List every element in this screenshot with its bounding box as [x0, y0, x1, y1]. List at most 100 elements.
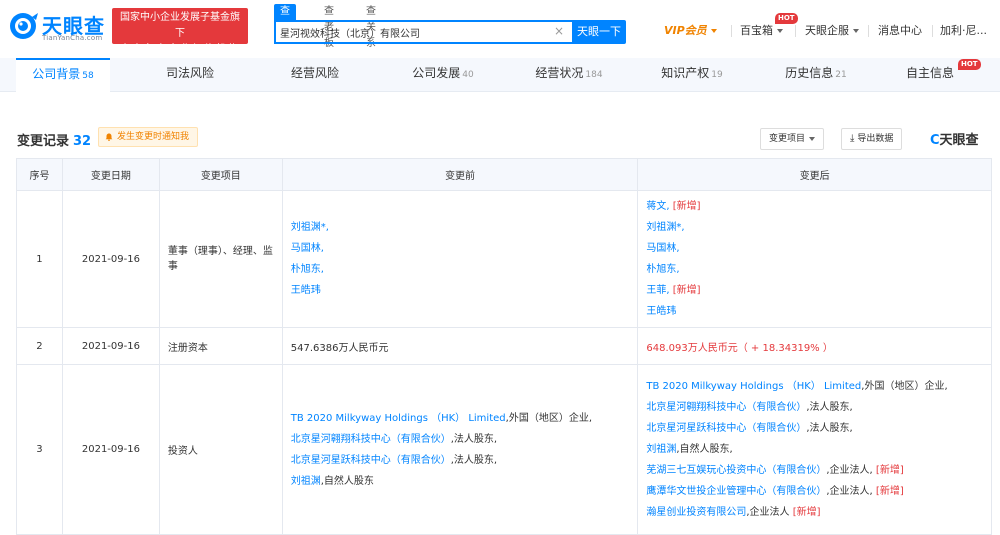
- tab-operation-risk[interactable]: 经营风险: [265, 58, 365, 92]
- header-date: 变更日期: [62, 159, 160, 190]
- list-item: 北京星河翱翔科技中心（有限合伙）,法人股东,: [646, 397, 947, 418]
- tab-company-background[interactable]: 公司背景 58: [16, 58, 110, 92]
- vip-menu[interactable]: VIP会员: [664, 22, 717, 40]
- row-item: 董事（理事）、经理、监事: [160, 191, 283, 327]
- treasure-box-menu[interactable]: 百宝箱: [740, 22, 783, 40]
- list-item: TB 2020 Milkyway Holdings （HK） Limited,外…: [646, 376, 947, 397]
- chevron-down-icon: [777, 29, 783, 33]
- tab-count: 21: [835, 70, 847, 80]
- investor-link[interactable]: TB 2020 Milkyway Holdings （HK） Limited: [646, 381, 861, 392]
- chevron-down-icon: [809, 136, 816, 141]
- person-link[interactable]: 朴旭东,: [646, 259, 700, 280]
- header-after: 变更后: [638, 159, 992, 190]
- filter-label: 变更项目: [769, 134, 806, 144]
- row-item: 注册资本: [160, 328, 283, 364]
- after-list: 蒋文, [新增] 刘祖渊*, 马国林, 朴旭东, 王菲, [新增] 王皓玮: [646, 196, 700, 322]
- person-link[interactable]: 王皓玮: [291, 280, 329, 301]
- nav-divider: [932, 25, 933, 37]
- message-center-link[interactable]: 消息中心: [878, 22, 922, 40]
- section-title: 变更记录 32: [17, 130, 91, 149]
- person-link[interactable]: 刘祖渊*,: [646, 217, 700, 238]
- logo-subtext: TianYanCha.com: [42, 34, 103, 42]
- investor-link[interactable]: 北京星河星跃科技中心（有限合伙）: [291, 455, 451, 466]
- person-link[interactable]: 马国林,: [291, 238, 329, 259]
- export-label: 导出数据: [857, 134, 894, 144]
- tab-history-info[interactable]: 历史信息 21: [766, 58, 866, 92]
- person-link[interactable]: 王菲,: [646, 285, 669, 296]
- investor-link[interactable]: 北京星河翱翔科技中心（有限合伙）: [646, 402, 806, 413]
- row-date: 2021-09-16: [63, 328, 160, 364]
- list-item: 鹰潭华文世投企业管理中心（有限合伙）,企业法人, [新增]: [646, 481, 947, 502]
- change-item-filter[interactable]: 变更项目: [760, 128, 825, 150]
- investor-type: ,自然人股东: [320, 475, 374, 487]
- person-link[interactable]: 马国林,: [646, 238, 700, 259]
- new-tag: [新增]: [672, 201, 701, 212]
- vip-label: VIP会员: [664, 24, 707, 37]
- row-index: 3: [17, 365, 63, 534]
- tab-label: 公司发展: [412, 66, 461, 80]
- row-index: 2: [17, 328, 63, 364]
- chevron-down-icon: [710, 29, 717, 33]
- tab-count: 58: [82, 71, 94, 81]
- investor-type: ,企业法人,: [826, 486, 873, 497]
- row-index: 1: [17, 191, 63, 327]
- export-data-button[interactable]: ⤓ 导出数据: [841, 128, 903, 150]
- header-item: 变更项目: [159, 159, 283, 190]
- section-count: 32: [73, 134, 92, 149]
- brand-watermark: C天眼查: [930, 129, 979, 148]
- enterprise-service-menu[interactable]: 天眼企服: [805, 22, 859, 40]
- investor-link[interactable]: 瀚星创业投资有限公司: [646, 507, 746, 518]
- section-title-text: 变更记录: [17, 134, 70, 149]
- promo-banner[interactable]: 国家中小企业发展子基金旗下 官方备案企业征信机构: [112, 8, 248, 55]
- clear-icon[interactable]: ×: [554, 24, 564, 38]
- notify-on-change-button[interactable]: 发生变更时通知我: [98, 127, 199, 147]
- row-before: 刘祖渊*, 马国林, 朴旭东, 王皓玮: [283, 191, 639, 327]
- investor-link[interactable]: 鹰潭华文世投企业管理中心（有限合伙）: [646, 486, 826, 497]
- person-link[interactable]: 王皓玮: [646, 301, 700, 322]
- row-after: 蒋文, [新增] 刘祖渊*, 马国林, 朴旭东, 王菲, [新增] 王皓玮: [638, 191, 992, 327]
- row-after: 648.093万人民币元（ + 18.34319% ）: [638, 328, 992, 364]
- row-before: TB 2020 Milkyway Holdings （HK） Limited,外…: [283, 365, 639, 534]
- chevron-down-icon: [853, 29, 859, 33]
- search-input[interactable]: [280, 22, 550, 42]
- investor-link[interactable]: 刘祖渊: [291, 476, 321, 487]
- brand-c-icon: C: [930, 133, 940, 148]
- investor-link[interactable]: 北京星河翱翔科技中心（有限合伙）: [291, 434, 451, 445]
- person-link[interactable]: 刘祖渊*,: [291, 217, 329, 238]
- tab-company-development[interactable]: 公司发展 40: [393, 58, 493, 92]
- table-row: 3 2021-09-16 投资人 TB 2020 Milkyway Holdin…: [17, 365, 992, 535]
- search-tab-relation[interactable]: 查关系: [366, 4, 376, 49]
- investor-type: ,法人股东,: [450, 454, 498, 466]
- search-button[interactable]: 天眼一下: [572, 20, 626, 44]
- row-after: TB 2020 Milkyway Holdings （HK） Limited,外…: [638, 365, 992, 534]
- investor-link[interactable]: 芜湖三七互娱玩心投资中心（有限合伙）: [646, 465, 826, 476]
- before-list: 刘祖渊*, 马国林, 朴旭东, 王皓玮: [291, 217, 329, 301]
- investor-link[interactable]: 刘祖渊: [646, 444, 676, 455]
- investor-link[interactable]: 北京星河星跃科技中心（有限合伙）: [646, 423, 806, 434]
- treasure-box-label: 百宝箱: [740, 24, 773, 37]
- table-row: 2 2021-09-16 注册资本 547.6386万人民币元 648.093万…: [17, 328, 992, 365]
- person-link[interactable]: 蒋文,: [646, 201, 669, 212]
- user-menu[interactable]: 加利·尼...: [940, 22, 998, 40]
- tianyancha-logo[interactable]: 天眼查 TianYanCha.com: [8, 8, 108, 44]
- tab-intellectual-property[interactable]: 知识产权 19: [642, 58, 742, 92]
- list-item: 王菲, [新增]: [646, 280, 700, 301]
- investor-type: ,企业法人: [746, 507, 790, 518]
- person-link[interactable]: 朴旭东,: [291, 259, 329, 280]
- search-tab-company[interactable]: 查公司: [274, 4, 296, 49]
- list-item: TB 2020 Milkyway Holdings （HK） Limited,外…: [291, 408, 592, 429]
- tab-count: 184: [585, 70, 603, 80]
- new-tag: [新增]: [875, 486, 904, 497]
- bell-icon: [105, 133, 113, 141]
- tab-judicial-risk[interactable]: 司法风险: [140, 58, 240, 92]
- tab-operating-status[interactable]: 经营状况 184: [519, 58, 619, 92]
- top-header: 天眼查 TianYanCha.com 国家中小企业发展子基金旗下 官方备案企业征…: [0, 0, 1000, 58]
- search-tab-boss[interactable]: 查老板: [324, 4, 334, 49]
- table-row: 1 2021-09-16 董事（理事）、经理、监事 刘祖渊*, 马国林, 朴旭东…: [17, 191, 992, 328]
- tab-label: 知识产权: [661, 66, 710, 80]
- investor-link[interactable]: TB 2020 Milkyway Holdings （HK） Limited: [291, 413, 506, 424]
- tab-label: 公司背景: [32, 67, 81, 81]
- investor-type: ,法人股东,: [806, 402, 853, 413]
- brand-text: 天眼查: [939, 133, 979, 148]
- list-item: 芜湖三七互娱玩心投资中心（有限合伙）,企业法人, [新增]: [646, 460, 947, 481]
